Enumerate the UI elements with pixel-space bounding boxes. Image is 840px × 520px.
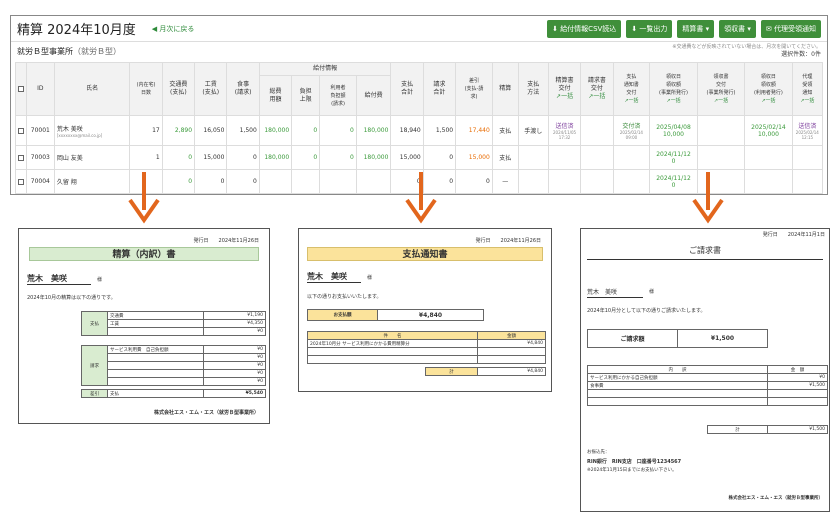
- col-transport: 交通費 (支払): [161, 62, 196, 116]
- col-ryoshu-jigyo: 領収日 領収額 (事業所発行) ↗一括: [649, 62, 698, 116]
- arrow-down-icon: [692, 172, 724, 224]
- col-meal: 食事 (請求): [226, 62, 260, 116]
- ryoshusho-button[interactable]: 領収書 ▾: [719, 19, 756, 38]
- col-tsuchi: 支払 通知書 交付 ↗一括: [612, 62, 651, 116]
- ryoshu-riyo-bulk-link[interactable]: ↗一括: [761, 98, 775, 104]
- col-id: ID: [25, 62, 55, 116]
- arrow-down-icon: [405, 172, 437, 224]
- dairi-bulk-link[interactable]: ↗一括: [800, 98, 814, 104]
- col-kyufuhi: 給付費: [355, 75, 392, 116]
- col-name: 氏名: [53, 62, 131, 116]
- seisansho-button[interactable]: 精算書 ▾: [677, 19, 715, 38]
- row-name[interactable]: 荒木 美咲: [57, 126, 83, 133]
- col-seisansho: 精算書 交付 ↗一括: [547, 62, 582, 116]
- col-seikyu-total: 請求 合計: [422, 62, 457, 116]
- invoice-total-table: 計 ¥1,500: [707, 425, 828, 434]
- col-wage: 工賃 (支払): [194, 62, 228, 116]
- company-name: 株式会社エス・エム・エス（就労Ｂ型事業所）: [728, 496, 824, 501]
- table-row[interactable]: 70003 岡山 友美 1 0 15,000 0 180,000 0 0 180…: [15, 145, 824, 170]
- col-ryoshu-kofu: 領収書 交付 (事業所発行) ↗一括: [696, 62, 746, 116]
- notes: ※交通費などが反映されていない場合は、月次を開いてください。 選択件数：0件: [672, 44, 821, 58]
- amount-table: お支払額 ¥4,840: [307, 309, 484, 321]
- col-seikyusho: 請求書 交付 ↗一括: [580, 62, 614, 116]
- invoice-amount-table: ご請求額 ¥1,500: [587, 329, 768, 348]
- invoice-document: 発行日 2024年11月1日 ご請求書 荒木 美咲 様 2024年10月分として…: [580, 228, 830, 512]
- row-name[interactable]: 久留 翔: [57, 179, 77, 186]
- doc-title: 精算（内訳）書: [29, 247, 259, 261]
- arrow-down-icon: [128, 172, 160, 224]
- diff-table: 差引 支払 ¥5,540: [81, 389, 266, 398]
- recipient-name: 荒木 美咲: [27, 274, 67, 283]
- seisan-document: 発行日 2024年11月26日 精算（内訳）書 荒木 美咲 様 2024年10月…: [18, 228, 270, 424]
- invoice-detail-table: 内 訳金 額 サービス利用にかかる自己負担額 ¥0 食事費 ¥1,500: [587, 365, 828, 406]
- col-days: (内在宅) 日数: [129, 62, 163, 116]
- pay-table: 支払 交通費 ¥1,190 工賃 ¥4,350 ¥0: [81, 311, 266, 336]
- select-all-header: [15, 62, 27, 116]
- col-sohi: 総費 用額: [258, 75, 293, 116]
- toolbar: ⬇ 給付情報CSV読込 ⬇ 一覧出力 精算書 ▾ 領収書 ▾ ✉ 代理受領通知: [547, 19, 821, 38]
- recipient-name: 荒木 美咲: [587, 289, 618, 296]
- col-sahiki: 差引 (支払-請 求): [455, 62, 493, 116]
- sub-header: 就労Ｂ型事業所（就労Ｂ型） ※交通費などが反映されていない場合は、月次を開いてく…: [11, 42, 827, 60]
- col-seisan: 精算: [491, 62, 519, 116]
- seikyusho-bulk-link[interactable]: ↗一括: [588, 93, 605, 100]
- seisansho-bulk-link[interactable]: ↗一括: [556, 93, 573, 100]
- col-method: 支払 方法: [517, 62, 549, 116]
- table-row[interactable]: 70001 荒木 美咲 [xxxxxxxx@mail.co.jp] 17 2,89…: [15, 115, 824, 146]
- doc-title: 支払通知書: [307, 247, 543, 261]
- col-riyousha: 利用者 負担額 (請求): [319, 75, 357, 116]
- back-to-monthly-link[interactable]: ◀ 月次に戻る: [152, 24, 195, 34]
- col-ryoshu-riyo: 領収日 領収額 (利用者発行) ↗一括: [744, 62, 793, 116]
- col-futan: 負担 上限: [291, 75, 321, 116]
- company-name: 株式会社エス・エム・エス（就労Ｂ型事業所）: [153, 410, 259, 416]
- csv-import-button[interactable]: ⬇ 給付情報CSV読込: [547, 19, 622, 38]
- tsuchi-bulk-link[interactable]: ↗一括: [624, 98, 638, 104]
- select-all-checkbox[interactable]: [18, 85, 24, 92]
- detail-table: 件 名金額 2024年10月分 サービス利用にかかる費用精算分 ¥4,840: [307, 331, 546, 364]
- row-checkbox[interactable]: [18, 178, 24, 185]
- col-group-kyufu: 給付情報: [258, 62, 392, 76]
- row-checkbox[interactable]: [18, 154, 24, 161]
- list-export-button[interactable]: ⬇ 一覧出力: [626, 19, 673, 38]
- col-dairi: 代理 受領 通知 ↗一括: [791, 62, 824, 116]
- settlement-panel: 精算 2024年10月度 ◀ 月次に戻る ⬇ 給付情報CSV読込 ⬇ 一覧出力 …: [10, 15, 828, 195]
- col-shiharai-total: 支払 合計: [390, 62, 424, 116]
- payment-notice-document: 発行日 2024年11月26日 支払通知書 荒木 美咲 様 以下の通りお支払いい…: [298, 228, 552, 392]
- total-table: 計 ¥4,840: [425, 367, 546, 376]
- title-bar: 精算 2024年10月度 ◀ 月次に戻る ⬇ 給付情報CSV読込 ⬇ 一覧出力 …: [11, 16, 827, 42]
- ryoshu-kofu-bulk-link[interactable]: ↗一括: [714, 98, 728, 104]
- dairi-notice-button[interactable]: ✉ 代理受領通知: [760, 19, 821, 38]
- doc-title: ご請求書: [689, 246, 721, 255]
- recipient-name: 荒木 美咲: [307, 272, 347, 281]
- ryoshu-jigyo-bulk-link[interactable]: ↗一括: [666, 98, 680, 104]
- row-name[interactable]: 岡山 友美: [57, 155, 83, 162]
- page-title: 精算 2024年10月度: [17, 23, 136, 38]
- bill-table: 請求 サービス利用費 自己負担額 ¥0 ¥0 ¥0 ¥0 ¥0: [81, 345, 266, 386]
- row-checkbox[interactable]: [18, 127, 24, 134]
- office-name: 就労Ｂ型事業所（就労Ｂ型）: [17, 46, 121, 56]
